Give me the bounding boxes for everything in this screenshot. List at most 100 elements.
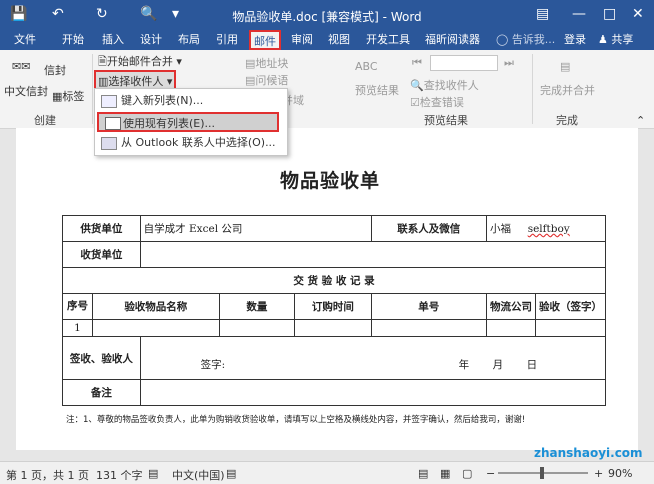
group-divider (532, 54, 533, 124)
address-icon: ▤ (245, 57, 256, 70)
ribbon-tabs: 文件 开始 插入 设计 布局 引用 邮件 审阅 视图 开发工具 福昕阅读器 ◯ … (0, 30, 654, 50)
window-title: 物品验收单.doc [兼容模式] - Word (232, 10, 422, 24)
nav-first-icon[interactable]: ⏮ (412, 56, 422, 70)
zoom-slider-thumb[interactable] (540, 467, 544, 479)
tab-foxit[interactable]: 福昕阅读器 (425, 33, 480, 47)
check-errors-button[interactable]: ☑检查错误 (410, 94, 464, 110)
abc-preview-icon: ABC (355, 60, 378, 73)
tab-insert[interactable]: 插入 (102, 33, 124, 47)
tab-review[interactable]: 审阅 (291, 33, 313, 47)
recipients-icon: ▥ (98, 75, 109, 88)
zoom-in-icon[interactable]: + (594, 467, 603, 480)
document-title: 物品验收单 (280, 170, 381, 192)
minimize-icon[interactable]: — (572, 6, 586, 22)
table-cell[interactable] (485, 319, 536, 337)
column-header: 单号 (370, 293, 487, 320)
tab-developer[interactable]: 开发工具 (366, 33, 410, 47)
group-divider (92, 54, 93, 124)
check-icon: ☑ (410, 96, 420, 109)
page-count[interactable]: 第 1 页，共 1 页 (6, 467, 89, 483)
title-bar: 💾 ↶ ↻ 🔍 ▾ 物品验收单.doc [兼容模式] - Word ▤ — □ … (0, 0, 654, 30)
table-cell[interactable] (534, 319, 607, 337)
column-header: 数量 (218, 293, 296, 320)
column-header: 验收物品名称 (91, 293, 220, 320)
document-page[interactable]: 物品验收单 供货单位 自学成才 Excel 公司 联系人及微信 小福 selft… (16, 128, 638, 450)
proofing-icon[interactable]: ▤ (148, 467, 158, 480)
collapse-ribbon-icon[interactable]: ⌃ (636, 114, 645, 127)
merge-icon: 🗎 (98, 55, 107, 68)
preview-results-button[interactable]: 预览结果 (355, 82, 399, 98)
person-icon: ♟ (598, 33, 608, 46)
greeting-icon: ▤ (245, 74, 256, 87)
status-bar: 第 1 页，共 1 页 131 个字 ▤ 中文(中国) ▤ ▤ ▦ ▢ − + … (0, 446, 654, 484)
record-header: 交 货 验 收 记 录 (62, 267, 606, 294)
lightbulb-icon: ◯ (496, 33, 509, 46)
macro-icon[interactable]: ▤ (226, 467, 236, 480)
greeting-line-button[interactable]: ▤问候语 (245, 72, 288, 88)
tab-design[interactable]: 设计 (140, 33, 162, 47)
group-create-label: 创建 (34, 114, 56, 127)
remark-label: 备注 (62, 379, 141, 406)
find-recipient-button[interactable]: 🔍查找收件人 (410, 77, 479, 93)
group-preview-label: 预览结果 (424, 114, 468, 127)
envelope-button[interactable]: 信封 (44, 62, 66, 78)
supplier-value[interactable]: 自学成才 Excel 公司 (139, 215, 372, 242)
zoom-out-icon[interactable]: − (486, 467, 495, 480)
remark-value[interactable] (139, 379, 607, 406)
nav-last-icon[interactable]: ⏭ (504, 56, 514, 70)
web-layout-icon[interactable]: ▢ (462, 467, 472, 480)
chinese-envelope-button[interactable]: 中文信封 (4, 83, 48, 99)
finish-merge-button[interactable]: 完成并合并 (540, 82, 595, 98)
supplier-label: 供货单位 (62, 215, 141, 242)
tab-home[interactable]: 开始 (62, 33, 84, 47)
existing-list-icon (105, 117, 121, 130)
table-cell[interactable] (218, 319, 296, 337)
signer-label: 签收、验收人 (62, 336, 141, 380)
envelope-icon: ✉✉ (12, 60, 31, 73)
address-block-button[interactable]: ▤地址块 (245, 55, 288, 71)
group-finish-label: 完成 (556, 114, 578, 127)
receipt-form-table: 供货单位 自学成才 Excel 公司 联系人及微信 小福 selftboy 收货… (62, 215, 607, 406)
find-icon: 🔍 (410, 79, 424, 92)
note-text: 注：1、尊敬的物品签收负责人，此单为购销收货验收单，请填写以上空格及横线处内容，… (66, 415, 526, 425)
tab-mailings[interactable]: 邮件 (249, 30, 281, 50)
contact-value[interactable]: 小福 selftboy (485, 215, 607, 242)
language-indicator[interactable]: 中文(中国) (172, 467, 225, 483)
table-cell[interactable] (91, 319, 220, 337)
contact-label: 联系人及微信 (370, 215, 487, 242)
column-header: 验收（签字） (534, 293, 607, 320)
read-mode-icon[interactable]: ▤ (418, 467, 428, 480)
ribbon-display-icon[interactable]: ▤ (536, 6, 549, 22)
word-count[interactable]: 131 个字 (96, 467, 143, 483)
column-header: 物流公司 (485, 293, 536, 320)
close-icon[interactable]: ✕ (632, 6, 644, 22)
zoom-level[interactable]: 90% (608, 467, 632, 480)
column-header: 订购时间 (294, 293, 372, 320)
menu-item-use-existing-list[interactable]: 使用现有列表(E)... (97, 112, 279, 132)
table-cell[interactable] (294, 319, 372, 337)
menu-item-outlook-contacts[interactable]: 从 Outlook 联系人中选择(O)... (95, 133, 287, 153)
receiver-value[interactable] (139, 241, 607, 268)
tab-view[interactable]: 视图 (328, 33, 350, 47)
maximize-icon[interactable]: □ (603, 6, 616, 22)
finish-merge-icon: ▤ (560, 60, 571, 73)
share-button[interactable]: ♟ 共享 (598, 33, 633, 47)
new-list-icon (101, 95, 117, 108)
menu-item-type-new-list[interactable]: 键入新列表(N)... (95, 91, 287, 111)
labels-button[interactable]: ▦标签 (52, 88, 84, 104)
watermark: zhanshaoyi.com (534, 446, 643, 460)
print-layout-icon[interactable]: ▦ (440, 467, 450, 480)
table-cell[interactable] (370, 319, 487, 337)
row-number: 1 (62, 319, 93, 337)
signer-value[interactable]: 签字: 年 月 日 (139, 336, 607, 380)
select-recipients-menu: 键入新列表(N)... 使用现有列表(E)... 从 Outlook 联系人中选… (94, 88, 288, 156)
outlook-contacts-icon (101, 137, 117, 150)
tell-me[interactable]: ◯ 告诉我... (496, 33, 555, 47)
label-icon: ▦ (52, 90, 63, 103)
tab-references[interactable]: 引用 (216, 33, 238, 47)
tab-layout[interactable]: 布局 (178, 33, 200, 47)
receiver-label: 收货单位 (62, 241, 141, 268)
tab-file[interactable]: 文件 (14, 33, 36, 47)
record-number-input[interactable] (430, 55, 498, 71)
login-link[interactable]: 登录 (564, 33, 586, 47)
